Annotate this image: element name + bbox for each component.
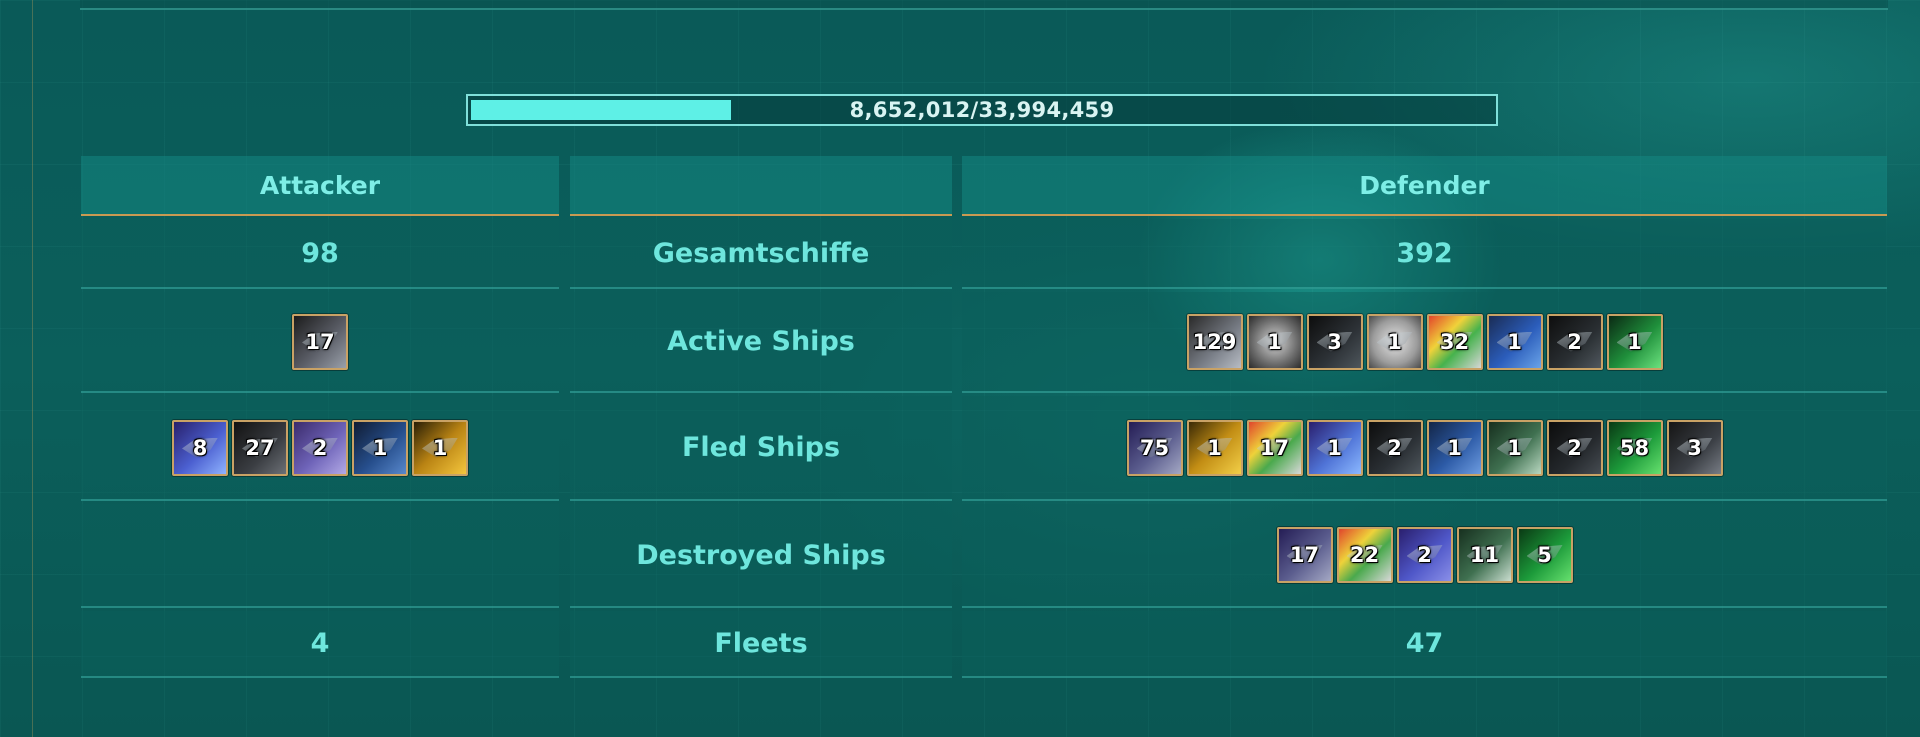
ship-count: 2 <box>1567 329 1582 354</box>
ship-count: 1 <box>1207 435 1222 460</box>
ship-icon[interactable]: 17 <box>292 313 348 370</box>
attacker-active-ships: 17 <box>81 292 559 393</box>
defender-destroyed-ships: 17 22 2 11 5 <box>962 504 1887 608</box>
top-panel-edge <box>80 0 1888 10</box>
row-label-fled-ships: Fled Ships <box>570 396 952 501</box>
ship-count: 1 <box>432 435 448 460</box>
ship-icon[interactable]: 2 <box>1546 419 1603 476</box>
ship-icon-group: 75 1 17 1 2 1 1 2 58 3 <box>1126 419 1723 476</box>
attacker-fled-ships: 8 27 2 1 1 <box>81 396 559 501</box>
attacker-fleets: 4 <box>81 611 559 678</box>
ship-icon[interactable]: 75 <box>1126 419 1183 476</box>
ship-icon[interactable]: 11 <box>1456 527 1513 583</box>
ship-icon[interactable]: 1 <box>412 419 468 476</box>
ship-icon[interactable]: 1 <box>1366 313 1423 370</box>
defender-total-ships: 392 <box>962 219 1887 289</box>
header-middle <box>570 156 952 216</box>
ship-icon-group: 129 1 3 1 32 1 2 1 <box>1186 313 1663 370</box>
ship-count: 1 <box>1507 329 1522 354</box>
ship-count: 1 <box>1267 329 1282 354</box>
ship-icon[interactable]: 8 <box>172 419 228 476</box>
ship-count: 3 <box>1327 329 1342 354</box>
row-label-active-ships: Active Ships <box>570 292 952 393</box>
ship-count: 11 <box>1469 543 1500 567</box>
ship-count: 2 <box>312 435 328 460</box>
ship-icon[interactable]: 1 <box>1306 419 1363 476</box>
attacker-destroyed-ships <box>81 504 559 608</box>
ship-icon[interactable]: 129 <box>1186 313 1243 370</box>
ship-count: 8 <box>192 435 208 460</box>
ship-icon[interactable]: 2 <box>292 419 348 476</box>
ship-count: 1 <box>1327 435 1342 460</box>
ship-count: 2 <box>1567 435 1582 460</box>
header-defender: Defender <box>962 156 1887 216</box>
ship-icon[interactable]: 1 <box>1486 313 1543 370</box>
ship-icon[interactable]: 3 <box>1306 313 1363 370</box>
ship-icon[interactable]: 3 <box>1666 419 1723 476</box>
ship-count: 1 <box>1507 435 1522 460</box>
header-attacker: Attacker <box>81 156 559 216</box>
ship-icon[interactable]: 17 <box>1276 527 1333 583</box>
ship-icon[interactable]: 1 <box>1486 419 1543 476</box>
ship-icon[interactable]: 1 <box>352 419 408 476</box>
ship-count: 129 <box>1192 329 1237 354</box>
ship-count: 22 <box>1349 543 1380 567</box>
ship-icon[interactable]: 1 <box>1186 419 1243 476</box>
ship-count: 3 <box>1687 435 1702 460</box>
ship-count: 1 <box>1447 435 1462 460</box>
ship-icon[interactable]: 1 <box>1426 419 1483 476</box>
ship-count: 17 <box>305 329 335 354</box>
ship-icon[interactable]: 1 <box>1246 313 1303 370</box>
ship-icon-group: 8 27 2 1 1 <box>172 419 468 476</box>
ship-count: 17 <box>1289 543 1320 567</box>
row-label-total-ships: Gesamtschiffe <box>570 219 952 289</box>
ship-count: 1 <box>1627 329 1642 354</box>
ship-icon[interactable]: 5 <box>1516 527 1573 583</box>
ship-count: 27 <box>245 435 275 460</box>
defender-fleets: 47 <box>962 611 1887 678</box>
ship-icon[interactable]: 58 <box>1606 419 1663 476</box>
ship-count: 5 <box>1537 543 1552 567</box>
ship-icon[interactable]: 2 <box>1396 527 1453 583</box>
battle-progress-bar: 8,652,012/33,994,459 <box>466 94 1498 126</box>
row-label-fleets: Fleets <box>570 611 952 678</box>
ship-count: 32 <box>1439 329 1470 354</box>
ship-count: 58 <box>1619 435 1650 460</box>
ship-icon[interactable]: 1 <box>1606 313 1663 370</box>
ship-icon[interactable]: 17 <box>1246 419 1303 476</box>
ship-count: 2 <box>1417 543 1432 567</box>
ship-icon[interactable]: 27 <box>232 419 288 476</box>
ship-count: 2 <box>1387 435 1402 460</box>
ship-count: 1 <box>372 435 388 460</box>
row-label-destroyed-ships: Destroyed Ships <box>570 504 952 608</box>
left-frame-rule <box>32 0 33 737</box>
ship-icon-group: 17 22 2 11 5 <box>1276 527 1573 583</box>
ship-count: 17 <box>1259 435 1290 460</box>
ship-count: 1 <box>1387 329 1402 354</box>
ship-icon[interactable]: 2 <box>1546 313 1603 370</box>
attacker-total-ships: 98 <box>81 219 559 289</box>
ship-icon[interactable]: 2 <box>1366 419 1423 476</box>
defender-active-ships: 129 1 3 1 32 1 2 1 <box>962 292 1887 393</box>
ship-icon-group: 17 <box>292 313 348 370</box>
ship-icon[interactable]: 22 <box>1336 527 1393 583</box>
ship-icon[interactable]: 32 <box>1426 313 1483 370</box>
ship-count: 75 <box>1139 435 1170 460</box>
defender-fled-ships: 75 1 17 1 2 1 1 2 58 3 <box>962 396 1887 501</box>
progress-text: 8,652,012/33,994,459 <box>849 98 1115 122</box>
